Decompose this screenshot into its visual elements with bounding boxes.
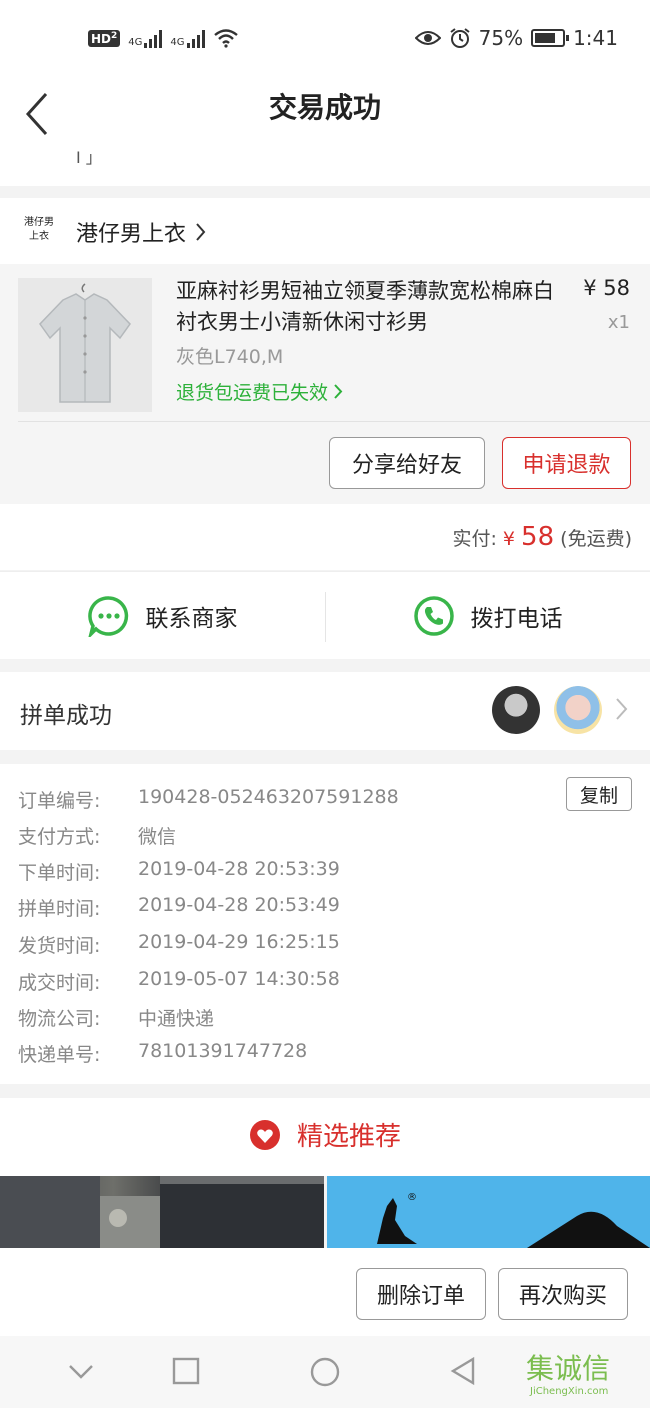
back-nav-icon[interactable] [448, 1356, 478, 1386]
info-key: 成交时间: [18, 972, 101, 994]
product-qty: x1 [607, 312, 630, 333]
signal-icon: 4G [128, 28, 163, 48]
watermark-domain: JiChengXin.com [530, 1386, 609, 1397]
info-row: 拼单时间: 2019-04-28 20:53:49 [18, 894, 340, 921]
recent-apps-icon[interactable] [171, 1356, 201, 1386]
info-key: 发货时间: [18, 935, 101, 957]
buy-again-button[interactable]: 再次购买 [498, 1268, 628, 1320]
recommend-item-image[interactable]: ® [327, 1176, 650, 1248]
info-row: 订单编号: 190428-052463207591288 [18, 786, 399, 813]
return-shipping-notice[interactable]: 退货包运费已失效 [176, 378, 343, 405]
page-title: 交易成功 [268, 91, 381, 124]
bottom-action-bar: 删除订单 再次购买 [0, 1248, 650, 1336]
info-key: 拼单时间: [18, 898, 101, 920]
signal-icon-2: 4G [170, 28, 205, 48]
jeans-image [0, 1176, 324, 1248]
status-right: 75% 1:41 [414, 26, 618, 50]
avatar [492, 686, 540, 734]
chevron-right-icon [334, 384, 343, 399]
order-number: 190428-052463207591288 [138, 786, 399, 808]
info-key: 订单编号: [18, 790, 101, 812]
group-buy-row[interactable]: 拼单成功 [0, 672, 650, 750]
info-row: 支付方式: 微信 [18, 822, 176, 849]
info-row: 成交时间: 2019-05-07 14:30:58 [18, 968, 340, 995]
refund-button[interactable]: 申请退款 [502, 437, 631, 489]
product-title[interactable]: 亚麻衬衫男短袖立领夏季薄款宽松棉麻白衬衣男士小清新休闲寸衫男 [176, 276, 566, 338]
heart-icon [249, 1119, 280, 1150]
svg-text:®: ® [407, 1192, 417, 1203]
info-value: 2019-04-28 20:53:49 [138, 894, 340, 916]
tracking-number: 78101391747728 [138, 1040, 308, 1062]
divider [18, 421, 650, 422]
eye-icon [414, 31, 441, 45]
watermark-logo: 集诚信 JiChengXin.com [526, 1352, 650, 1404]
call-phone-label: 拨打电话 [470, 606, 563, 632]
info-value: 微信 [138, 826, 177, 848]
chat-icon [87, 596, 128, 637]
paid-label: 实付: [452, 528, 497, 550]
info-key: 快递单号: [18, 1044, 101, 1066]
home-icon[interactable] [309, 1356, 341, 1388]
watermark-text: 集诚信 [526, 1352, 611, 1385]
order-info: 订单编号: 190428-052463207591288 支付方式: 微信 下单时间… [0, 764, 650, 1084]
chevron-down-icon[interactable] [66, 1356, 96, 1386]
nav-bar: 交易成功 Ⅰ 」 [0, 80, 650, 186]
info-key: 下单时间: [18, 862, 101, 884]
wifi-icon [213, 29, 238, 48]
info-row: 快递单号: 78101391747728 [18, 1040, 307, 1067]
wolf-logo-image: ® [327, 1176, 650, 1248]
product-price: ¥ 58 [583, 276, 630, 300]
chevron-right-icon [616, 698, 628, 720]
battery-icon [531, 29, 570, 47]
recommend-item-image[interactable] [0, 1176, 324, 1248]
shop-row[interactable]: 港仔男上衣 港仔男上衣 [0, 198, 650, 264]
info-value: 2019-04-28 20:53:39 [138, 858, 340, 880]
payment-summary: 实付: ¥ 58 (免运费) [0, 504, 650, 570]
info-row: 发货时间: 2019-04-29 16:25:15 [18, 931, 340, 958]
info-value: 2019-04-29 16:25:15 [138, 931, 340, 953]
status-left: HD2 4G 4G [88, 28, 239, 48]
paid-amount: 实付: ¥ 58 (免运费) [452, 522, 632, 552]
return-notice-label: 退货包运费已失效 [176, 382, 329, 404]
recommend-title: 精选推荐 [0, 1116, 650, 1153]
contact-merchant-button[interactable]: 联系商家 [0, 572, 325, 660]
info-value: 2019-05-07 14:30:58 [138, 968, 340, 990]
battery-percent: 75% [478, 26, 524, 50]
delete-order-button[interactable]: 删除订单 [356, 1268, 486, 1320]
info-key: 物流公司: [18, 1008, 101, 1030]
clock: 1:41 [573, 26, 618, 50]
product-image[interactable] [18, 278, 152, 412]
shirt-image [18, 278, 152, 412]
recommend-title-label: 精选推荐 [296, 1122, 401, 1152]
status-bar: HD2 4G 4G 75% 1:41 [0, 0, 650, 80]
goods-card[interactable]: 亚麻衬衫男短袖立领夏季薄款宽松棉麻白衬衣男士小清新休闲寸衫男 ¥ 58 x1 灰… [0, 264, 650, 504]
copy-button[interactable]: 复制 [566, 777, 632, 811]
group-buy-status: 拼单成功 [20, 703, 112, 729]
avatar [554, 686, 602, 734]
info-key: 支付方式: [18, 826, 101, 848]
shipping-note: (免运费) [560, 528, 632, 550]
shop-name-label: 港仔男上衣 [76, 222, 187, 247]
hd-icon: HD2 [88, 29, 121, 47]
shop-logo: 港仔男上衣 [24, 217, 54, 242]
info-value: 中通快递 [138, 1008, 215, 1030]
phone-icon [413, 596, 454, 636]
info-row: 物流公司: 中通快递 [18, 1004, 214, 1031]
alarm-icon [450, 28, 470, 48]
shop-name[interactable]: 港仔男上衣 [76, 216, 206, 248]
call-phone-button[interactable]: 拨打电话 [325, 572, 650, 660]
battery-fill [535, 33, 556, 43]
currency-symbol: ¥ [502, 528, 515, 550]
recommend-header: 精选推荐 [0, 1098, 650, 1176]
contact-bar: 联系商家 拨打电话 [0, 571, 650, 659]
share-button[interactable]: 分享给好友 [329, 437, 485, 489]
paid-value: 58 [521, 522, 555, 552]
info-row: 下单时间: 2019-04-28 20:53:39 [18, 858, 340, 885]
contact-merchant-label: 联系商家 [145, 606, 238, 632]
chevron-right-icon [196, 223, 206, 241]
progress-fragment: Ⅰ 」 [76, 148, 102, 167]
product-spec: 灰色L740,M [176, 346, 284, 368]
